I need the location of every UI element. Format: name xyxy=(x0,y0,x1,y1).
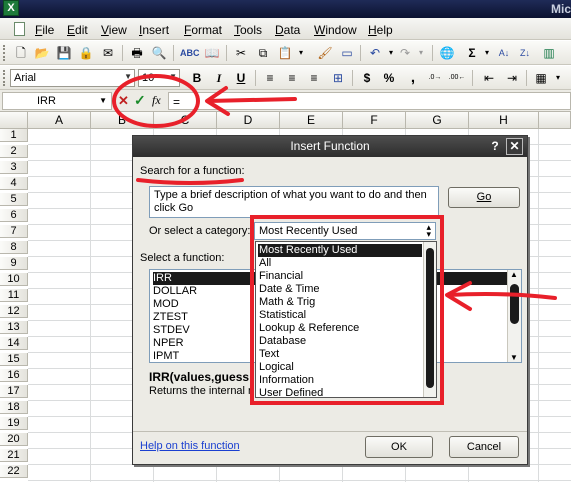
annotation-arrow-formula xyxy=(206,97,297,103)
annotation-arrow-list xyxy=(446,292,557,300)
annotation-circle xyxy=(112,74,200,128)
annotation-underline xyxy=(136,178,244,185)
annotation-box xyxy=(250,215,444,405)
